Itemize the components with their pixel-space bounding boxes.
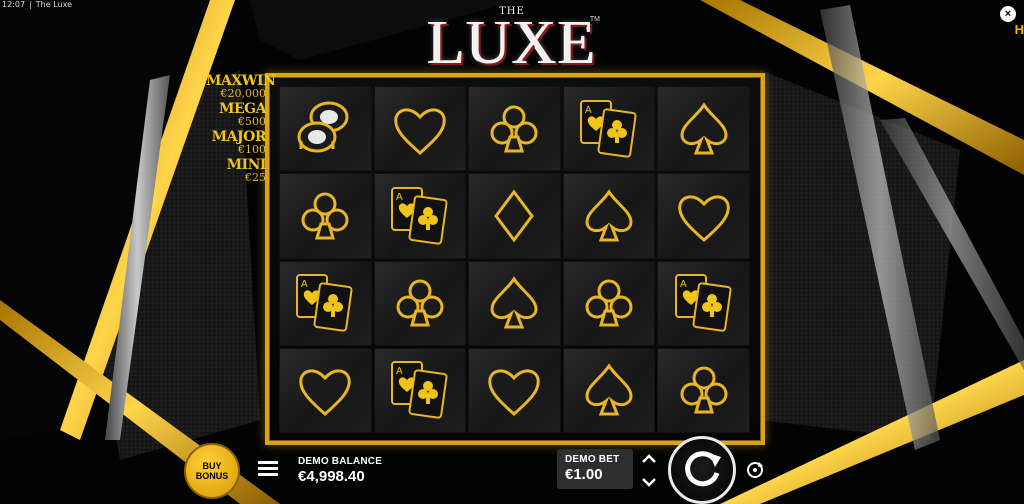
corner-brand-mark: H: [1014, 22, 1024, 37]
bet-value: €1.00: [565, 466, 603, 483]
reel-cell: A: [657, 260, 750, 346]
cards-symbol-icon: A: [296, 274, 353, 332]
club-symbol-icon: [301, 192, 349, 240]
logo-title: LUXE: [427, 9, 597, 77]
cards-symbol-icon: A: [674, 274, 732, 332]
spin-arrow-icon: [685, 451, 721, 487]
reel-cell: [657, 86, 750, 172]
balance-value: €4,998.40: [298, 468, 365, 485]
balance-label: DEMO BALANCE: [298, 456, 383, 467]
reel-cell: [468, 260, 561, 346]
game-logo: THE LUXE TM: [380, 2, 644, 74]
status-time: 12:07: [2, 0, 26, 9]
jackpot-name: MINI: [226, 157, 267, 173]
bet-increase-icon[interactable]: [638, 450, 660, 468]
reel-cell: [562, 260, 656, 346]
jackpot-value: €500: [238, 115, 266, 128]
menu-line: [258, 461, 278, 464]
spade-symbol-icon: [585, 189, 633, 242]
menu-line: [258, 467, 278, 470]
heart-symbol-icon: [299, 369, 351, 417]
autoplay-icon[interactable]: [744, 459, 766, 481]
cards-symbol-icon: A: [390, 186, 448, 245]
spin-button[interactable]: [668, 436, 736, 504]
browser-status-bar: 12:07 | The Luxe: [2, 0, 76, 10]
reel-cell: [562, 347, 656, 433]
svg-text:A: A: [301, 279, 308, 290]
status-separator: |: [29, 0, 32, 9]
jackpot-major: MAJOR €100: [206, 129, 267, 156]
spade-symbol-icon: [490, 276, 538, 329]
reel-cell: [373, 260, 467, 346]
reel-cell: [657, 347, 750, 433]
reel-cell: [562, 173, 656, 259]
svg-text:A: A: [396, 192, 403, 203]
reel-cell: [468, 173, 561, 259]
jackpot-name: MAXWIN: [206, 73, 276, 89]
jackpot-list: MAXWIN €20,000 MEGA €500 MAJOR €100 MINI…: [206, 73, 276, 186]
heart-symbol-icon: [677, 195, 730, 242]
chips-symbol-icon: [297, 101, 349, 153]
buy-bonus-text: BUY BONUS: [196, 461, 229, 481]
club-symbol-icon: [490, 105, 538, 153]
menu-line: [258, 473, 278, 476]
bet-decrease-icon[interactable]: [638, 473, 660, 491]
jackpot-name: MEGA: [219, 101, 267, 117]
reel-cell: [279, 173, 372, 259]
buy-bonus-button[interactable]: BUY BONUS: [184, 443, 240, 499]
logo-trademark: TM: [589, 16, 600, 23]
heart-symbol-icon: [488, 369, 541, 417]
reel-cell: [279, 347, 372, 433]
reel-cell: [373, 86, 467, 172]
cards-symbol-icon: A: [580, 99, 637, 158]
reel-cell: A: [373, 173, 467, 259]
status-title: The Luxe: [35, 0, 72, 9]
svg-text:A: A: [396, 366, 403, 377]
bet-display[interactable]: DEMO BET €1.00: [557, 449, 633, 489]
reel-cell: [468, 347, 561, 433]
jackpot-value: €25: [245, 171, 266, 184]
cards-symbol-icon: A: [390, 361, 448, 419]
reel-cell: A: [562, 86, 656, 172]
jackpot-mini: MINI €25: [206, 157, 267, 184]
reel-cell: [279, 86, 372, 172]
reel-cell: A: [279, 260, 372, 346]
jackpot-mega: MEGA €500: [206, 101, 267, 128]
balance-display: DEMO BALANCE €4,998.40: [298, 456, 382, 485]
close-button[interactable]: ×: [1000, 6, 1016, 22]
reel-cell: A: [373, 347, 467, 433]
club-symbol-icon: [396, 279, 444, 327]
spade-symbol-icon: [680, 101, 728, 155]
reel-frame: A A A A A: [265, 73, 765, 445]
spade-symbol-icon: [585, 363, 633, 416]
bet-adjust: [638, 450, 660, 488]
jackpot-name: MAJOR: [211, 129, 267, 145]
jackpot-value: €20,000: [220, 87, 267, 100]
club-symbol-icon: [680, 366, 728, 414]
club-symbol-icon: [585, 279, 633, 327]
bet-label: DEMO BET: [565, 454, 620, 465]
menu-hamburger-icon[interactable]: [258, 461, 278, 477]
reel-cell: [657, 173, 750, 259]
buy-bonus-line2: BONUS: [195, 471, 229, 481]
svg-text:A: A: [680, 279, 687, 290]
jackpot-maxwin: MAXWIN €20,000: [206, 73, 276, 100]
jackpot-value: €100: [238, 143, 266, 156]
reel-grid: A A A A A: [279, 86, 750, 433]
reel-cell: [468, 86, 561, 172]
buy-bonus-line1: BUY: [202, 461, 222, 471]
svg-text:A: A: [585, 105, 592, 116]
diamond-symbol-icon: [494, 189, 535, 243]
heart-symbol-icon: [394, 108, 446, 155]
